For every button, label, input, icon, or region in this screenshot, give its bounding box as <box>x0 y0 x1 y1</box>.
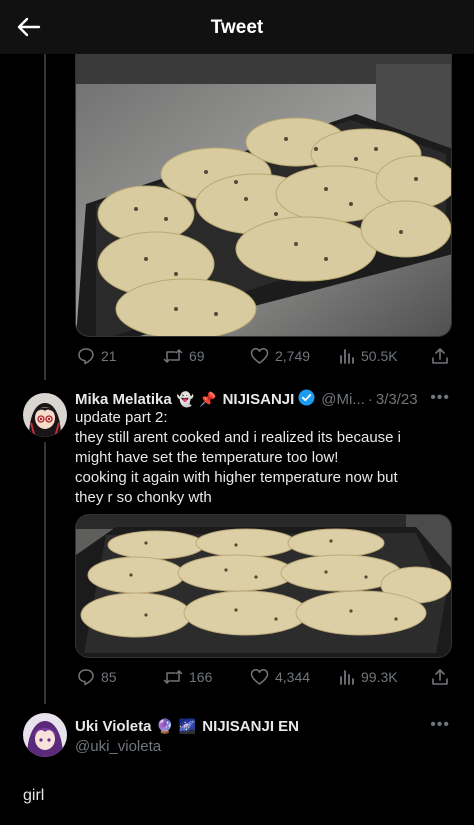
tweet2-header: Mika Melatika 👻 📌 NIJISANJI @Mi... · 3/3… <box>75 389 418 409</box>
retweet-icon <box>163 670 183 684</box>
text-line: cooking it again with higher temperature… <box>75 469 398 486</box>
view-count: 99.3K <box>361 669 398 685</box>
reply-button[interactable]: 21 <box>77 345 117 367</box>
display-name[interactable]: Uki Violeta <box>75 718 151 735</box>
reply-count: 21 <box>101 348 117 364</box>
retweet-button[interactable]: 166 <box>163 666 212 688</box>
share-icon <box>432 348 448 364</box>
retweet-count: 69 <box>189 348 205 364</box>
pushpin-emoji-icon: 📌 <box>199 390 217 407</box>
tweet1-action-bar: 21 69 2,749 50.5K <box>75 345 452 367</box>
avatar-uki[interactable] <box>23 713 67 757</box>
like-count: 4,344 <box>275 669 311 685</box>
heart-icon <box>250 669 269 685</box>
handle[interactable]: @Mi... <box>321 391 365 408</box>
top-bar: Tweet <box>0 0 474 54</box>
retweet-button[interactable]: 69 <box>163 345 205 367</box>
text-line: they still arent cooked and i realized i… <box>75 429 402 446</box>
dot-separator: · <box>367 390 373 408</box>
reply-header: Uki Violeta 🔮 🌌 NIJISANJI EN <box>75 716 299 736</box>
reply-icon <box>78 669 94 686</box>
retweet-count: 166 <box>189 669 213 685</box>
tweet-date[interactable]: 3/3/23 <box>376 391 418 408</box>
like-count: 2,749 <box>275 348 311 364</box>
tweet2-text: update part 2: they still arent cooked a… <box>75 408 435 508</box>
share-button[interactable] <box>431 345 449 367</box>
view-count: 50.5K <box>361 348 398 364</box>
reply-text: girl <box>23 787 45 804</box>
thread-line <box>44 54 46 380</box>
thread-line <box>44 442 46 704</box>
tweet-image-oven-cookies[interactable] <box>75 54 452 337</box>
text-line: they r so chonky wth <box>75 489 212 506</box>
views-button[interactable]: 50.5K <box>339 345 398 367</box>
display-name[interactable]: Mika Melatika <box>75 391 172 408</box>
affiliation-label[interactable]: NIJISANJI <box>223 391 295 408</box>
crystal-ball-emoji-icon: 🔮 <box>156 717 174 734</box>
reply-handle-row: @uki_violeta <box>75 736 161 756</box>
views-icon <box>340 670 354 685</box>
reply-icon <box>78 348 94 365</box>
tweet2-action-bar: 85 166 4,344 99.3K <box>75 666 452 688</box>
retweet-icon <box>163 349 183 363</box>
share-button[interactable] <box>431 666 449 688</box>
heart-icon <box>250 348 269 364</box>
affiliation-label[interactable]: NIJISANJI EN <box>202 718 299 735</box>
views-icon <box>340 349 354 364</box>
reply-count: 85 <box>101 669 117 685</box>
more-options-icon[interactable]: ••• <box>430 716 450 734</box>
like-button[interactable]: 4,344 <box>250 666 310 688</box>
ghost-emoji-icon: 👻 <box>176 390 195 407</box>
text-line: update part 2: <box>75 409 168 426</box>
views-button[interactable]: 99.3K <box>339 666 398 688</box>
avatar-mika[interactable] <box>23 393 67 437</box>
more-options-icon[interactable]: ••• <box>430 389 450 407</box>
galaxy-emoji-icon: 🌌 <box>178 717 197 734</box>
like-button[interactable]: 2,749 <box>250 345 310 367</box>
verified-badge-icon <box>298 389 315 410</box>
tweet-image-oven-cookies-2[interactable] <box>75 514 452 658</box>
page-title: Tweet <box>210 17 264 38</box>
share-icon <box>432 669 448 685</box>
handle[interactable]: @uki_violeta <box>75 738 161 755</box>
reply-button[interactable]: 85 <box>77 666 117 688</box>
text-line: might have set the temperature too low! <box>75 449 339 466</box>
